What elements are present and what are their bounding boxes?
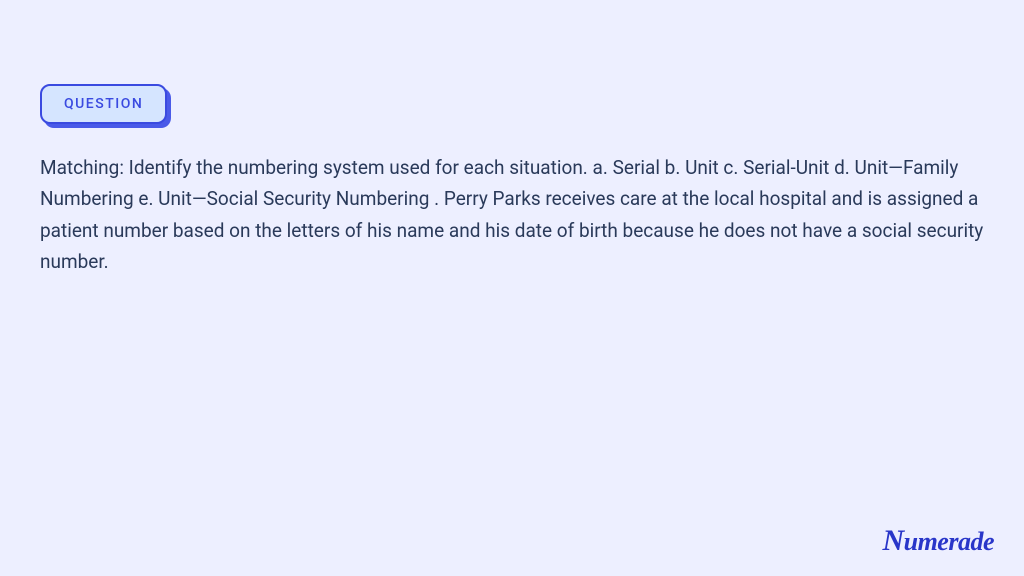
- logo-text: umerade: [904, 527, 994, 556]
- question-card: QUESTION Matching: Identify the numberin…: [0, 0, 1024, 277]
- badge-label: QUESTION: [40, 84, 167, 124]
- numerade-logo: Numerade: [882, 524, 994, 558]
- question-text: Matching: Identify the numbering system …: [40, 152, 984, 277]
- question-badge: QUESTION: [40, 84, 167, 124]
